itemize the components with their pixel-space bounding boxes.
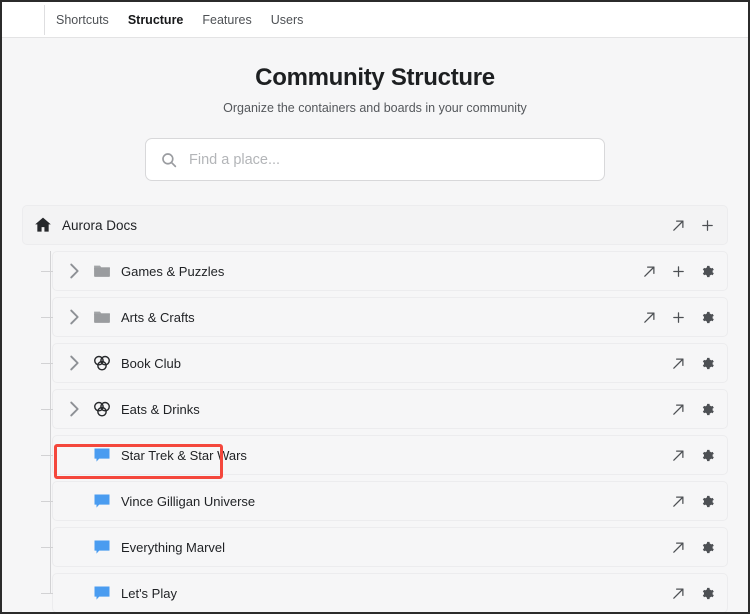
- gear-icon[interactable]: [700, 448, 715, 463]
- chevron-right-icon[interactable]: [63, 398, 85, 420]
- page-subtitle: Organize the containers and boards in yo…: [223, 101, 527, 115]
- gear-icon[interactable]: [700, 494, 715, 509]
- tree-row-actions: [671, 586, 715, 601]
- search-field[interactable]: [145, 138, 605, 181]
- tree-row-actions: [671, 540, 715, 555]
- tree-row-board[interactable]: Vince Gilligan Universe: [41, 481, 728, 521]
- nav-tabs: Shortcuts Structure Features Users: [56, 2, 303, 37]
- tree-row-label: Book Club: [121, 355, 181, 371]
- tree-row-folder[interactable]: Games & Puzzles: [41, 251, 728, 291]
- nav-divider: [44, 5, 45, 35]
- board-bubble-icon: [92, 491, 112, 511]
- tree-connector: [41, 363, 53, 364]
- open-external-icon[interactable]: [671, 448, 686, 463]
- top-navigation-bar: Shortcuts Structure Features Users: [2, 2, 748, 38]
- tree-row-group[interactable]: Book Club: [41, 343, 728, 383]
- tree-root-label: Aurora Docs: [62, 217, 138, 233]
- tree-row-group[interactable]: Eats & Drinks: [41, 389, 728, 429]
- tree-connector: [41, 409, 53, 410]
- app-window: Shortcuts Structure Features Users Communit…: [0, 0, 750, 614]
- open-external-icon[interactable]: [671, 494, 686, 509]
- add-icon[interactable]: [700, 218, 715, 233]
- tree-row-folder[interactable]: Arts & Crafts: [41, 297, 728, 337]
- tree-row-board[interactable]: Let's Play: [41, 573, 728, 612]
- gear-icon[interactable]: [700, 586, 715, 601]
- search-icon: [160, 151, 178, 169]
- tree-spine: [50, 251, 51, 593]
- tree-children: Games & Puzzles Arts & Crafts Book Club Eat…: [22, 251, 728, 612]
- group-circles-icon: [92, 353, 112, 373]
- open-external-icon[interactable]: [642, 264, 657, 279]
- page-title: Community Structure: [255, 64, 495, 91]
- chevron-right-icon[interactable]: [63, 352, 85, 374]
- board-bubble-icon: [92, 445, 112, 465]
- nav-tab-structure[interactable]: Structure: [128, 2, 184, 38]
- gear-icon[interactable]: [700, 402, 715, 417]
- tree-connector: [41, 547, 53, 548]
- tree-row-board[interactable]: Star Trek & Star Wars: [41, 435, 728, 475]
- search-input[interactable]: [189, 151, 590, 168]
- chevron-right-icon[interactable]: [63, 306, 85, 328]
- tree-row-actions: [671, 402, 715, 417]
- open-external-icon[interactable]: [671, 356, 686, 371]
- gear-icon[interactable]: [700, 356, 715, 371]
- open-external-icon[interactable]: [671, 218, 686, 233]
- tree-row-label: Games & Puzzles: [121, 263, 225, 279]
- tree-row-label: Let's Play: [121, 585, 177, 601]
- gear-icon[interactable]: [700, 540, 715, 555]
- page-header: Community Structure Organize the contain…: [2, 38, 748, 115]
- chevron-right-icon[interactable]: [63, 260, 85, 282]
- tree-root-row[interactable]: Aurora Docs: [22, 205, 728, 245]
- tree-connector: [41, 593, 53, 594]
- tree-child-rows: Games & Puzzles Arts & Crafts Book Club Eat…: [41, 251, 728, 612]
- nav-tab-users[interactable]: Users: [271, 2, 304, 38]
- tree-root-actions: [671, 218, 715, 233]
- gear-icon[interactable]: [700, 264, 715, 279]
- folder-icon: [92, 307, 112, 327]
- add-icon[interactable]: [671, 264, 686, 279]
- open-external-icon[interactable]: [671, 402, 686, 417]
- open-external-icon[interactable]: [671, 540, 686, 555]
- nav-tab-features[interactable]: Features: [202, 2, 251, 38]
- tree-row-label: Eats & Drinks: [121, 401, 200, 417]
- tree-connector: [41, 455, 53, 456]
- folder-icon: [92, 261, 112, 281]
- tree-row-actions: [671, 494, 715, 509]
- group-circles-icon: [92, 399, 112, 419]
- tree-row-actions: [642, 264, 715, 279]
- structure-tree: Aurora Docs Games & Puzzles Arts & Craft…: [2, 205, 748, 612]
- home-icon: [33, 215, 53, 235]
- add-icon[interactable]: [671, 310, 686, 325]
- open-external-icon[interactable]: [642, 310, 657, 325]
- tree-row-label: Everything Marvel: [121, 539, 226, 555]
- board-bubble-icon: [92, 537, 112, 557]
- tree-connector: [41, 317, 53, 318]
- tree-row-board[interactable]: Everything Marvel: [41, 527, 728, 567]
- tree-row-label: Arts & Crafts: [121, 309, 195, 325]
- tree-connector: [41, 271, 53, 272]
- tree-row-label: Star Trek & Star Wars: [121, 447, 247, 463]
- tree-connector: [41, 501, 53, 502]
- tree-row-label: Vince Gilligan Universe: [121, 493, 256, 509]
- board-bubble-icon: [92, 583, 112, 603]
- gear-icon[interactable]: [700, 310, 715, 325]
- tree-row-actions: [671, 448, 715, 463]
- tree-row-actions: [642, 310, 715, 325]
- open-external-icon[interactable]: [671, 586, 686, 601]
- nav-tab-shortcuts[interactable]: Shortcuts: [56, 2, 109, 38]
- tree-row-actions: [671, 356, 715, 371]
